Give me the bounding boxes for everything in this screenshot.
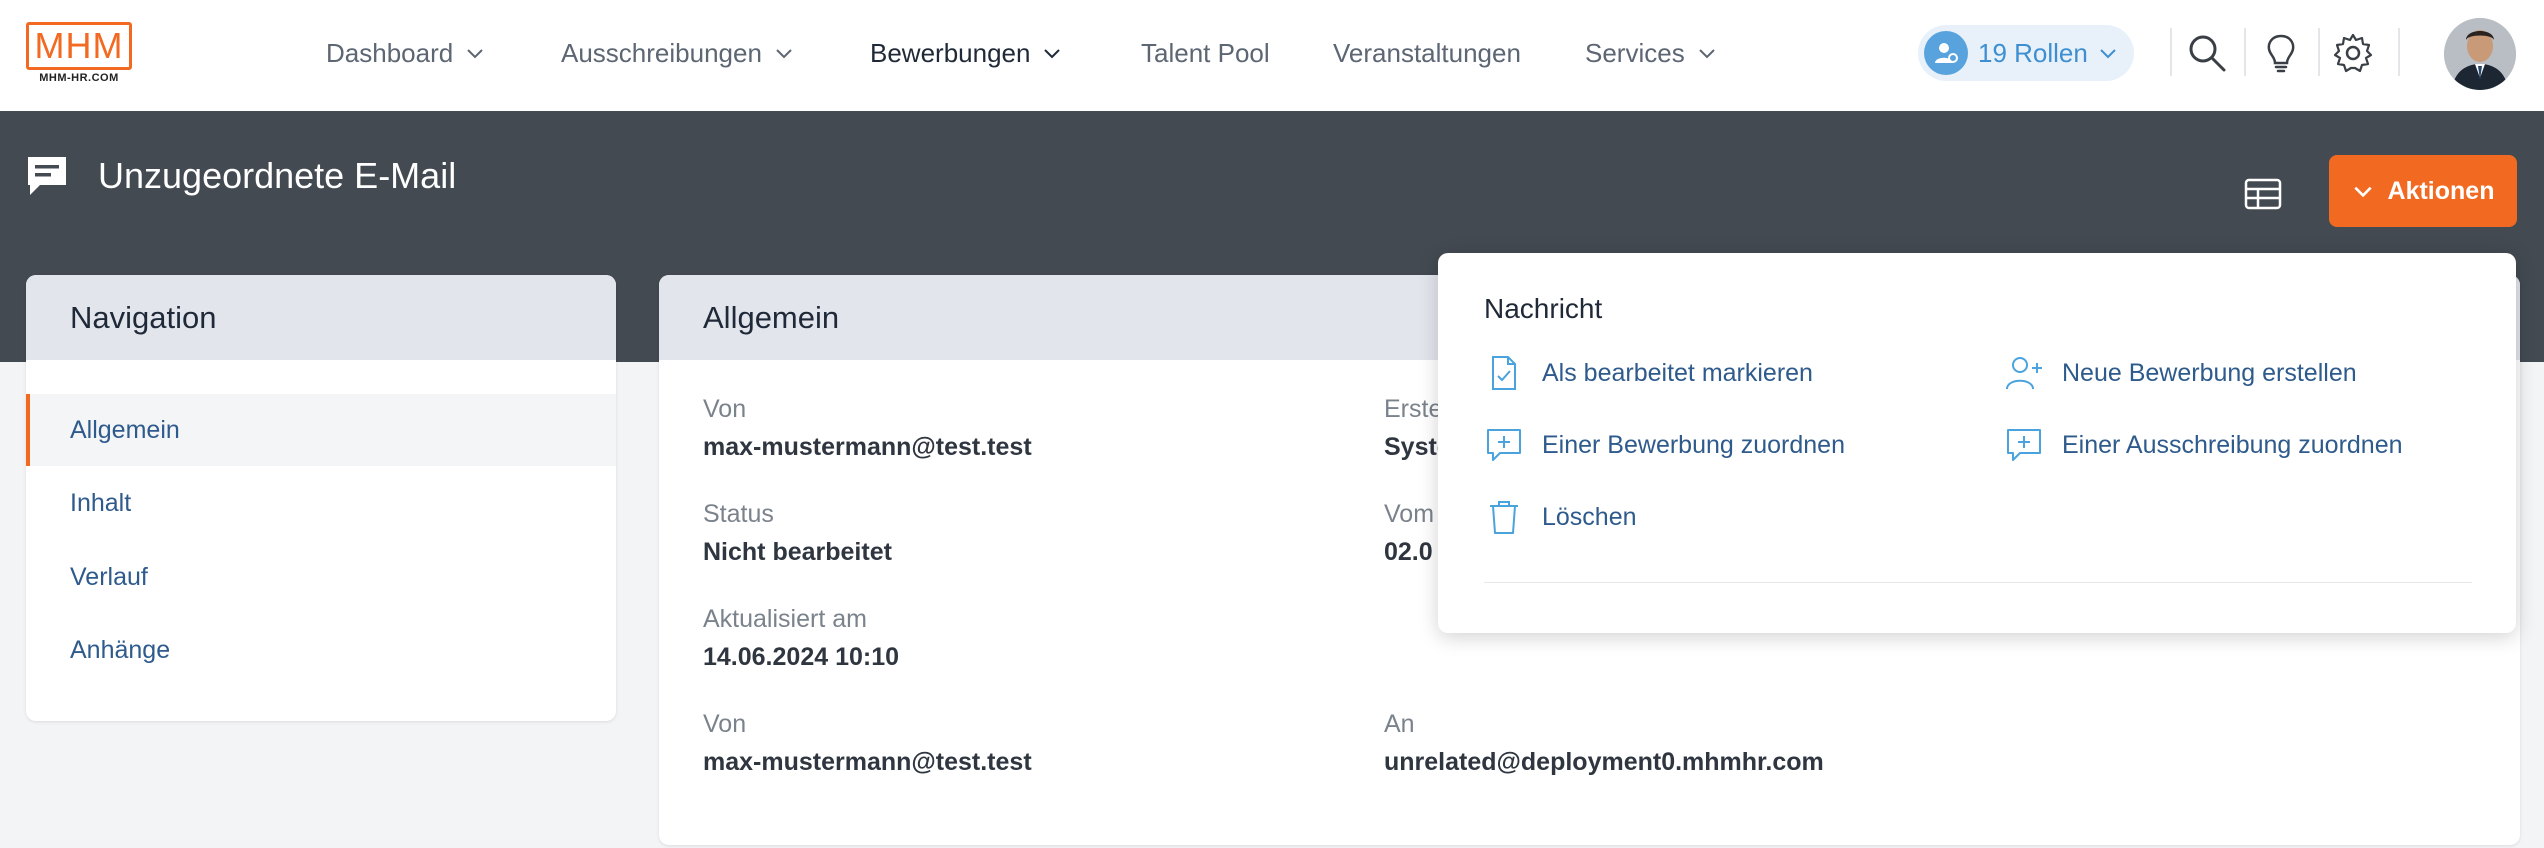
menu-item-new-application-label: Neue Bewerbung erstellen xyxy=(2062,358,2357,387)
chevron-down-icon xyxy=(1698,49,1715,59)
search-icon[interactable] xyxy=(2184,30,2230,76)
from-value: max-mustermann@test.test xyxy=(703,433,1032,461)
actions-button[interactable]: Aktionen xyxy=(2329,155,2517,227)
nav-bewerbungen[interactable]: Bewerbungen xyxy=(870,30,1062,76)
divider xyxy=(2318,28,2320,76)
nav-bewerbungen-label: Bewerbungen xyxy=(870,37,1031,68)
sidebar-item-verlauf[interactable]: Verlauf xyxy=(26,541,616,613)
comment-plus-icon xyxy=(1487,429,1521,461)
navigation-card-title: Navigation xyxy=(26,275,616,360)
user-gear-icon xyxy=(1924,31,1968,75)
created-by-label: Erste xyxy=(1384,395,1443,423)
menu-item-mark-processed-label: Als bearbeitet markieren xyxy=(1542,358,1813,387)
roles-label: 19 Rollen xyxy=(1978,37,2088,68)
lightbulb-icon[interactable] xyxy=(2258,30,2304,76)
sender-value: max-mustermann@test.test xyxy=(703,748,1032,776)
chevron-down-icon xyxy=(776,49,792,59)
divider xyxy=(2170,28,2172,76)
sender-label: Von xyxy=(703,710,747,738)
actions-button-label: Aktionen xyxy=(2387,176,2495,205)
chat-message-icon xyxy=(28,157,66,195)
navigation-card: Navigation Allgemein Inhalt Verlauf Anhä… xyxy=(26,275,616,721)
recipient-label: An xyxy=(1384,710,1415,738)
status-label: Status xyxy=(703,500,774,528)
date-label: Vom xyxy=(1384,500,1435,528)
company-logo[interactable]: MHM MHM-HR.COM xyxy=(26,22,132,86)
menu-item-delete-label: Löschen xyxy=(1542,502,1637,531)
menu-item-assign-job-posting[interactable]: Einer Ausschreibung zuordnen xyxy=(2004,425,2403,465)
comment-plus-icon xyxy=(2007,429,2041,461)
chevron-down-icon xyxy=(2353,186,2372,198)
page-title: Unzugeordnete E-Mail xyxy=(98,155,457,196)
sidebar-item-allgemein[interactable]: Allgemein xyxy=(26,394,616,466)
nav-services-label: Services xyxy=(1585,37,1685,68)
recipient-value: unrelated@deployment0.mhmhr.com xyxy=(1384,748,1824,776)
dropdown-divider xyxy=(1484,582,2472,583)
menu-item-delete[interactable]: Löschen xyxy=(1484,497,1637,537)
updated-label: Aktualisiert am xyxy=(703,605,867,633)
menu-item-assign-application-label: Einer Bewerbung zuordnen xyxy=(1542,430,1845,459)
dropdown-section-title: Nachricht xyxy=(1484,293,1603,324)
divider xyxy=(2398,28,2400,76)
trash-icon xyxy=(1490,501,1518,534)
actions-dropdown-menu: Nachricht Als bearbeitet markieren Neue … xyxy=(1438,253,2516,633)
roles-selector[interactable]: 19 Rollen xyxy=(1918,25,2134,81)
chevron-down-icon xyxy=(2100,49,2116,59)
sidebar-item-inhalt[interactable]: Inhalt xyxy=(26,467,616,539)
nav-ausschreibungen[interactable]: Ausschreibungen xyxy=(561,30,794,76)
nav-dashboard[interactable]: Dashboard xyxy=(326,30,485,76)
nav-veranstaltungen[interactable]: Veranstaltungen xyxy=(1333,30,1521,76)
menu-item-mark-processed[interactable]: Als bearbeitet markieren xyxy=(1484,353,1813,393)
status-value: Nicht bearbeitet xyxy=(703,538,892,566)
gear-icon[interactable] xyxy=(2330,30,2376,76)
nav-dashboard-label: Dashboard xyxy=(326,37,454,68)
menu-item-new-application[interactable]: Neue Bewerbung erstellen xyxy=(2004,353,2357,393)
divider xyxy=(2244,28,2246,76)
logo-mark: MHM xyxy=(26,22,132,70)
chevron-down-icon xyxy=(1044,49,1061,59)
date-value: 02.0 xyxy=(1384,538,1433,566)
from-label: Von xyxy=(703,395,747,423)
top-navigation-bar: MHM MHM-HR.COM Dashboard Ausschreibungen… xyxy=(0,0,2544,111)
nav-veranstaltungen-label: Veranstaltungen xyxy=(1333,37,1521,68)
logo-subtitle: MHM-HR.COM xyxy=(39,72,119,84)
document-check-icon xyxy=(1492,356,1516,390)
nav-talent-pool[interactable]: Talent Pool xyxy=(1141,30,1270,76)
updated-value: 14.06.2024 10:10 xyxy=(703,643,900,671)
nav-talent-pool-label: Talent Pool xyxy=(1141,37,1270,68)
user-avatar[interactable] xyxy=(2444,18,2516,90)
user-add-icon xyxy=(2006,357,2042,390)
nav-services[interactable]: Services xyxy=(1585,30,1717,76)
table-view-icon[interactable] xyxy=(2240,171,2286,217)
menu-item-assign-job-posting-label: Einer Ausschreibung zuordnen xyxy=(2062,430,2403,459)
menu-item-assign-application[interactable]: Einer Bewerbung zuordnen xyxy=(1484,425,1845,465)
sidebar-item-anhaenge[interactable]: Anhänge xyxy=(26,614,616,686)
nav-ausschreibungen-label: Ausschreibungen xyxy=(561,37,762,68)
chevron-down-icon xyxy=(467,49,483,59)
